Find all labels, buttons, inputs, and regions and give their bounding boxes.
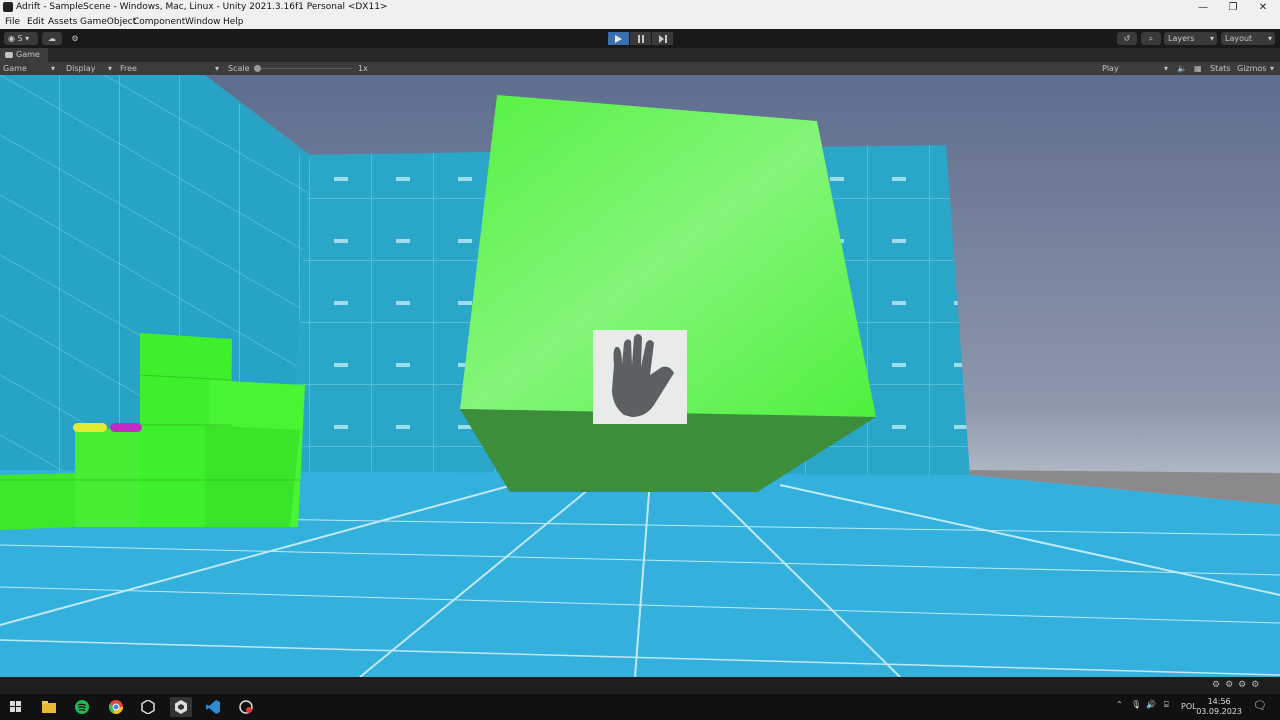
play-controls	[608, 32, 674, 45]
record-icon	[239, 700, 253, 714]
history-button[interactable]: ↺	[1117, 32, 1137, 45]
vscode-icon	[206, 700, 220, 714]
game-scene	[0, 75, 1280, 677]
search-button[interactable]: ⌕	[1141, 32, 1161, 45]
menu-help[interactable]: Help	[223, 15, 244, 29]
unity-editor-taskbar-button[interactable]	[170, 697, 192, 717]
menu-file[interactable]: File	[5, 15, 20, 29]
windows-taskbar: ⌃ 🎙 🔊 ⌸ POL 14:56 03.09.2023 🗨	[0, 694, 1280, 720]
keyboard-icon: ▦	[1194, 64, 1202, 73]
pause-icon	[637, 34, 644, 43]
chevron-down-icon: ▾	[1164, 64, 1169, 73]
tray-overflow-icons: ⚙⚙⚙⚙	[1212, 680, 1265, 690]
tab-game-label: Game	[16, 50, 40, 59]
chevron-up-icon[interactable]: ⌃	[1116, 700, 1123, 709]
main-toolbar: ◉ S ▾ ☁ ⚙ ↺ ⌕ Layers ▾ Layout ▾	[0, 29, 1280, 48]
scale-value: 1x	[358, 64, 368, 73]
spotify-icon	[75, 700, 89, 714]
cloud-icon: ☁	[48, 34, 56, 43]
pause-button[interactable]	[630, 32, 651, 45]
language-indicator[interactable]: POL	[1181, 702, 1197, 711]
game-viewport[interactable]	[0, 75, 1280, 677]
account-dropdown[interactable]: ◉ S ▾	[4, 32, 38, 45]
account-icon: ◉	[8, 34, 18, 43]
play-icon	[615, 34, 622, 43]
network-icon[interactable]: ⌸	[1164, 700, 1169, 710]
start-button[interactable]	[8, 699, 24, 715]
game-mode-label: Game	[3, 64, 27, 73]
chevron-down-icon: ▾	[1209, 34, 1214, 43]
layout-dropdown[interactable]: Layout ▾	[1221, 32, 1275, 45]
title-bar: Adrift - SampleScene - Windows, Mac, Lin…	[0, 0, 1280, 15]
menu-component[interactable]: Component	[133, 15, 185, 29]
stats-label: Stats	[1210, 64, 1231, 73]
unity-logo-icon	[3, 2, 13, 12]
clock-time: 14:56	[1207, 697, 1231, 706]
history-icon: ↺	[1123, 34, 1131, 43]
maximize-button[interactable]: ❐	[1218, 0, 1248, 15]
minimize-button[interactable]: —	[1188, 0, 1218, 15]
unity-hub-icon	[141, 700, 155, 714]
unity-icon	[175, 700, 187, 714]
chevron-down-icon: ▾	[1267, 34, 1272, 43]
taskbar-top-strip	[0, 677, 1280, 694]
scale-label: Scale	[228, 64, 250, 73]
chrome-taskbar-button[interactable]	[108, 699, 124, 715]
layers-label: Layers	[1168, 34, 1195, 43]
menu-assets[interactable]: Assets	[48, 15, 77, 29]
volume-icon[interactable]: 🔊	[1146, 700, 1156, 709]
close-button[interactable]: ✕	[1248, 0, 1278, 15]
search-icon: ⌕	[1148, 34, 1154, 43]
gear-icon: ⚙	[71, 34, 79, 43]
chevron-down-icon: ▾	[108, 64, 113, 73]
menu-gameobject[interactable]: GameObject	[80, 15, 136, 29]
menu-edit[interactable]: Edit	[27, 15, 44, 29]
play-button[interactable]	[608, 32, 629, 45]
menu-window[interactable]: Window	[185, 15, 221, 29]
game-view-toolbar: Game ▾ Display 1 ▾ Free Aspect ▾ Scale 1…	[0, 62, 1280, 86]
taskbar-clock[interactable]: 14:56 03.09.2023	[1196, 697, 1242, 717]
microphone-icon[interactable]: 🎙	[1131, 700, 1141, 709]
account-label: S	[17, 34, 23, 43]
chevron-down-icon: ▾	[1270, 64, 1275, 73]
chevron-down-icon: ▾	[215, 64, 220, 73]
unity-hub-taskbar-button[interactable]	[140, 699, 156, 715]
windows-logo-icon	[10, 701, 21, 712]
chevron-down-icon: ▾	[51, 64, 56, 73]
clock-date: 03.09.2023	[1196, 707, 1242, 716]
layout-label: Layout	[1225, 34, 1253, 43]
collab-button[interactable]: ⚙	[66, 32, 84, 45]
vscode-taskbar-button[interactable]	[205, 699, 221, 715]
yellow-capsule	[73, 423, 107, 432]
chrome-icon	[109, 700, 123, 714]
tab-game[interactable]: Game	[0, 48, 48, 62]
speaker-icon: 🔈	[1177, 64, 1187, 73]
gizmos-label: Gizmos	[1237, 64, 1267, 73]
notification-icon[interactable]: 🗨	[1253, 699, 1267, 712]
tab-bar: Game	[0, 48, 1280, 62]
window-title: Adrift - SampleScene - Windows, Mac, Lin…	[16, 2, 388, 12]
layers-dropdown[interactable]: Layers ▾	[1164, 32, 1217, 45]
scale-slider-track[interactable]	[257, 68, 352, 69]
scale-slider-handle[interactable]	[254, 65, 261, 72]
recording-app-taskbar-button[interactable]	[238, 699, 254, 715]
menu-bar: File Edit Assets GameObject Component Wi…	[0, 15, 1280, 29]
step-icon	[658, 34, 667, 43]
file-explorer-taskbar-button[interactable]	[41, 699, 57, 715]
cloud-button[interactable]: ☁	[42, 32, 62, 45]
step-button[interactable]	[652, 32, 673, 45]
folder-icon	[42, 701, 56, 713]
gamepad-icon	[5, 52, 13, 58]
spotify-taskbar-button[interactable]	[74, 699, 90, 715]
magenta-capsule	[110, 423, 142, 432]
